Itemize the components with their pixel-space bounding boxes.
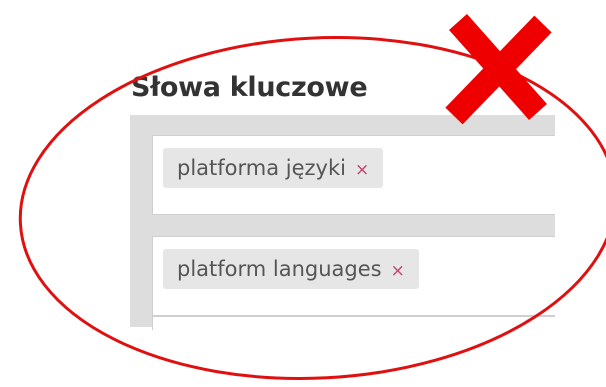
keyword-tag-label: platform languages xyxy=(177,257,382,281)
keywords-label: Słowa kluczowe xyxy=(131,72,368,103)
keyword-tag-label: platforma języki xyxy=(177,156,346,180)
remove-tag-icon[interactable]: × xyxy=(391,261,405,281)
keyword-tag: platform languages × xyxy=(163,249,419,289)
keyword-tag: platforma języki × xyxy=(163,148,384,188)
remove-tag-icon[interactable]: × xyxy=(355,160,369,180)
keyword-input-polish[interactable]: platforma języki × xyxy=(152,135,555,215)
red-x-mark-icon xyxy=(445,14,552,125)
keyword-input-english[interactable]: platform languages × xyxy=(152,236,555,316)
keyword-input-third[interactable] xyxy=(152,316,555,330)
